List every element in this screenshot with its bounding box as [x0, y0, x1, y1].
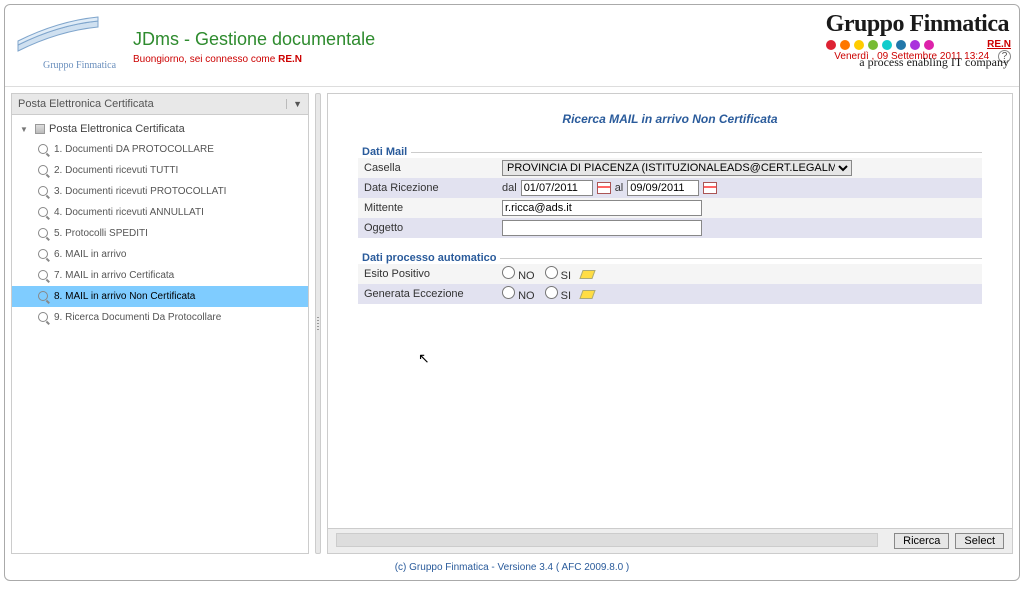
text-no: NO: [518, 270, 535, 282]
sidebar-dropdown[interactable]: Posta Elettronica Certificata ▼: [12, 94, 308, 115]
text-no-2: NO: [518, 290, 535, 302]
date-to-input[interactable]: [627, 180, 699, 196]
footer-text: (c) Gruppo Finmatica - Versione 3.4 ( AF…: [5, 560, 1019, 575]
eccezione-si-radio[interactable]: [545, 286, 558, 299]
label-esito: Esito Positivo: [358, 266, 498, 282]
sidebar-item-7[interactable]: 7. MAIL in arrivo Certificata: [12, 265, 308, 286]
search-icon: [38, 291, 48, 301]
search-icon: [38, 270, 48, 280]
fieldset-processo: Dati processo automatico Esito Positivo …: [358, 252, 982, 304]
sidebar-item-label: 2. Documenti ricevuti TUTTI: [54, 165, 178, 176]
sidebar-item-6[interactable]: 6. MAIL in arrivo: [12, 244, 308, 265]
label-mittente: Mittente: [358, 200, 498, 216]
clear-esito-icon[interactable]: [579, 270, 595, 279]
sidebar-item-label: 1. Documenti DA PROTOCOLLARE: [54, 144, 214, 155]
search-icon: [38, 144, 48, 154]
sidebar-item-4[interactable]: 4. Documenti ricevuti ANNULLATI: [12, 202, 308, 223]
mittente-input[interactable]: [502, 200, 702, 216]
search-icon: [38, 228, 48, 238]
sidebar-item-label: 9. Ricerca Documenti Da Protocollare: [54, 312, 221, 323]
greeting-text: Buongiorno, sei connesso come RE.N: [133, 54, 791, 65]
pane-divider[interactable]: [315, 93, 321, 554]
search-title: Ricerca MAIL in arrivo Non Certificata: [358, 112, 982, 126]
sidebar-item-label: 8. MAIL in arrivo Non Certificata: [54, 291, 195, 302]
brand-tagline: a process enabling IT company: [826, 55, 1009, 70]
sidebar-item-2[interactable]: 2. Documenti ricevuti TUTTI: [12, 160, 308, 181]
logo-signature: Gruppo Finmatica: [43, 60, 116, 71]
text-si: SI: [561, 270, 571, 282]
sidebar-item-label: 6. MAIL in arrivo: [54, 249, 126, 260]
sidebar-item-label: 3. Documenti ricevuti PROTOCOLLATI: [54, 186, 226, 197]
search-icon: [38, 207, 48, 217]
sidebar-item-3[interactable]: 3. Documenti ricevuti PROTOCOLLATI: [12, 181, 308, 202]
sidebar-item-1[interactable]: 1. Documenti DA PROTOCOLLARE: [12, 139, 308, 160]
fieldset-dati-mail: Dati Mail Casella PROVINCIA DI PIACENZA …: [358, 146, 982, 238]
sidebar-item-label: 7. MAIL in arrivo Certificata: [54, 270, 174, 281]
sidebar-item-9[interactable]: 9. Ricerca Documenti Da Protocollare: [12, 307, 308, 328]
date-from-input[interactable]: [521, 180, 593, 196]
brand-dots: [826, 40, 1009, 53]
search-icon: [38, 186, 48, 196]
brand-block: Gruppo Finmatica a process enabling IT c…: [826, 11, 1009, 70]
folder-icon: [35, 124, 45, 134]
app-logo: Gruppo Finmatica: [13, 11, 133, 73]
header: Gruppo Finmatica JDms - Gestione documen…: [5, 5, 1019, 87]
select-button[interactable]: Select: [955, 533, 1004, 549]
esito-no-radio[interactable]: [502, 266, 515, 279]
fieldset1-legend: Dati Mail: [358, 146, 411, 158]
sidebar-item-5[interactable]: 5. Protocolli SPEDITI: [12, 223, 308, 244]
app-title: JDms - Gestione documentale: [133, 29, 791, 50]
tree-root-label: Posta Elettronica Certificata: [49, 123, 185, 135]
sidebar-item-8[interactable]: 8. MAIL in arrivo Non Certificata: [12, 286, 308, 307]
clear-eccezione-icon[interactable]: [579, 290, 595, 299]
sidebar-item-label: 4. Documenti ricevuti ANNULLATI: [54, 207, 204, 218]
text-al: al: [615, 182, 624, 194]
label-casella: Casella: [358, 160, 498, 176]
status-spacer: [336, 533, 878, 547]
esito-si-radio[interactable]: [545, 266, 558, 279]
casella-select[interactable]: PROVINCIA DI PIACENZA (ISTITUZIONALEADS@…: [502, 160, 852, 176]
greeting-user: RE.N: [278, 54, 302, 65]
text-dal: dal: [502, 182, 517, 194]
oggetto-input[interactable]: [502, 220, 702, 236]
fieldset2-legend: Dati processo automatico: [358, 252, 500, 264]
eccezione-no-radio[interactable]: [502, 286, 515, 299]
ricerca-button[interactable]: Ricerca: [894, 533, 949, 549]
label-oggetto: Oggetto: [358, 220, 498, 236]
tree-root[interactable]: Posta Elettronica Certificata: [12, 119, 308, 139]
sidebar-item-label: 5. Protocolli SPEDITI: [54, 228, 148, 239]
sidebar-dropdown-label: Posta Elettronica Certificata: [18, 98, 154, 110]
bottom-bar: Ricerca Select: [328, 528, 1012, 553]
search-icon: [38, 249, 48, 259]
brand-title: Gruppo Finmatica: [826, 11, 1009, 38]
greeting-prefix: Buongiorno, sei connesso come: [133, 54, 278, 65]
main-panel: Ricerca MAIL in arrivo Non Certificata D…: [327, 93, 1013, 554]
search-icon: [38, 312, 48, 322]
chevron-down-icon: ▼: [286, 99, 302, 109]
label-eccezione: Generata Eccezione: [358, 286, 498, 302]
calendar-from-icon[interactable]: [597, 182, 611, 194]
search-icon: [38, 165, 48, 175]
label-data-ricezione: Data Ricezione: [358, 180, 498, 196]
sidebar: Posta Elettronica Certificata ▼ Posta El…: [11, 93, 309, 554]
calendar-to-icon[interactable]: [703, 182, 717, 194]
text-si-2: SI: [561, 290, 571, 302]
